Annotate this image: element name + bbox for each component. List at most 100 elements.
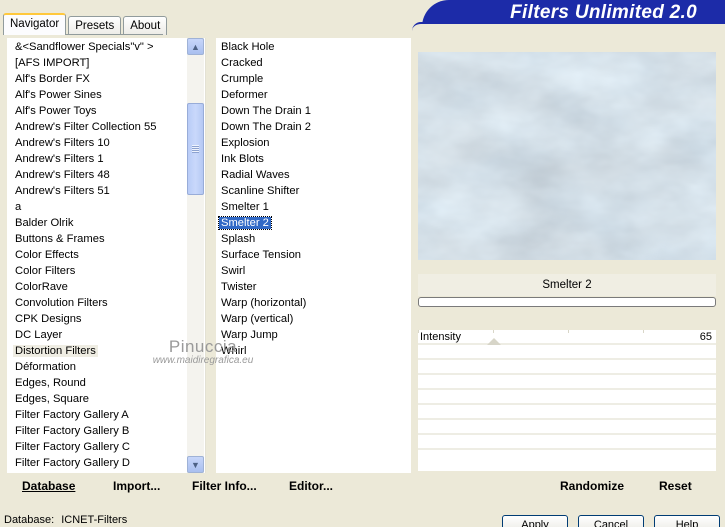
filter-item[interactable]: Splash bbox=[216, 231, 411, 247]
slider-empty-row bbox=[418, 405, 716, 420]
filter-item[interactable]: Down The Drain 1 bbox=[216, 103, 411, 119]
category-item[interactable]: Buttons & Frames bbox=[7, 231, 205, 247]
filter-item-label: Swirl bbox=[221, 265, 246, 277]
filter-info-button[interactable]: Filter Info... bbox=[192, 479, 257, 493]
filter-item[interactable]: Ink Blots bbox=[216, 151, 411, 167]
slider-intensity[interactable]: Intensity 65 bbox=[418, 330, 716, 345]
category-item[interactable]: Color Filters bbox=[7, 263, 205, 279]
reset-button[interactable]: Reset bbox=[659, 479, 692, 493]
preview-texture bbox=[418, 52, 716, 260]
tab-navigator[interactable]: Navigator bbox=[3, 13, 67, 35]
filter-item[interactable]: Warp (horizontal) bbox=[216, 295, 411, 311]
category-item[interactable]: Andrew's Filters 1 bbox=[7, 151, 205, 167]
scroll-down-button[interactable]: ▼ bbox=[187, 456, 204, 473]
apply-button[interactable]: Apply bbox=[502, 515, 568, 527]
slider-tick bbox=[418, 330, 419, 333]
filter-item[interactable]: Warp Jump bbox=[216, 327, 411, 343]
filter-item-label: Ink Blots bbox=[221, 153, 264, 165]
filter-item-label: Smelter 1 bbox=[221, 201, 269, 213]
filter-item[interactable]: Scanline Shifter bbox=[216, 183, 411, 199]
category-item[interactable]: Filter Factory Gallery A bbox=[7, 407, 205, 423]
filter-panel: Black Hole Cracked Crumple Deformer Down The… bbox=[216, 38, 411, 473]
right-toolbar: Randomize Reset bbox=[416, 474, 718, 500]
category-item-label: Color Filters bbox=[15, 265, 76, 277]
chevron-down-icon: ▼ bbox=[191, 459, 200, 470]
preview-panel: Smelter 2 Intensity 65 bbox=[416, 38, 718, 473]
filter-item-label: Surface Tension bbox=[221, 249, 302, 261]
filter-list[interactable]: Black Hole Cracked Crumple Deformer Down The… bbox=[216, 38, 411, 359]
filter-item[interactable]: Cracked bbox=[216, 55, 411, 71]
filter-item[interactable]: Deformer bbox=[216, 87, 411, 103]
filter-item[interactable]: Surface Tension bbox=[216, 247, 411, 263]
category-item[interactable]: Filter Factory Gallery D bbox=[7, 455, 205, 471]
category-item[interactable]: Edges, Round bbox=[7, 375, 205, 391]
category-item[interactable]: Filter Factory Gallery B bbox=[7, 423, 205, 439]
category-item-label: Filter Factory Gallery B bbox=[15, 425, 130, 437]
scroll-up-button[interactable]: ▲ bbox=[187, 38, 204, 55]
filter-item-label: Warp (horizontal) bbox=[221, 297, 307, 309]
category-item[interactable]: Edges, Square bbox=[7, 391, 205, 407]
cancel-button[interactable]: Cancel bbox=[578, 515, 644, 527]
help-button[interactable]: Help bbox=[654, 515, 720, 527]
filter-item[interactable]: Swirl bbox=[216, 263, 411, 279]
category-item[interactable]: Color Effects bbox=[7, 247, 205, 263]
category-item-label: Déformation bbox=[15, 361, 76, 373]
category-item[interactable]: Andrew's Filter Collection 55 bbox=[7, 119, 205, 135]
filter-item[interactable]: Whirl bbox=[216, 343, 411, 359]
category-item-label: Convolution Filters bbox=[15, 297, 108, 309]
filter-item[interactable]: Explosion bbox=[216, 135, 411, 151]
category-item[interactable]: Balder Olrik bbox=[7, 215, 205, 231]
category-item[interactable]: [AFS IMPORT] bbox=[7, 55, 205, 71]
chevron-up-icon: ▲ bbox=[191, 41, 200, 52]
app-title: Filters Unlimited 2.0 bbox=[510, 2, 697, 23]
category-item[interactable]: &<Sandflower Specials"v" > bbox=[7, 39, 205, 55]
filter-item[interactable]: Crumple bbox=[216, 71, 411, 87]
category-item[interactable]: DC Layer bbox=[7, 327, 205, 343]
category-item[interactable]: Alf's Power Toys bbox=[7, 103, 205, 119]
category-item-label: a bbox=[15, 201, 22, 213]
category-item[interactable]: Distortion Filters bbox=[7, 343, 205, 359]
category-scrollbar[interactable]: ▲ ▼ bbox=[187, 38, 204, 473]
category-item-label: Edges, Round bbox=[15, 377, 86, 389]
tab-about[interactable]: About bbox=[123, 16, 168, 35]
randomize-button[interactable]: Randomize bbox=[560, 479, 624, 493]
filter-item[interactable]: Radial Waves bbox=[216, 167, 411, 183]
tab-bar: Navigator Presets About bbox=[3, 13, 169, 35]
import-button[interactable]: Import... bbox=[113, 479, 160, 493]
filter-item[interactable]: Down The Drain 2 bbox=[216, 119, 411, 135]
category-item[interactable]: a bbox=[7, 199, 205, 215]
slider-empty-row bbox=[418, 435, 716, 450]
status-bar: Database: ICNET-Filters bbox=[4, 514, 127, 526]
tab-presets[interactable]: Presets bbox=[68, 16, 122, 35]
category-item[interactable]: Alf's Border FX bbox=[7, 71, 205, 87]
category-list[interactable]: &<Sandflower Specials"v" > [AFS IMPORT] Al… bbox=[7, 38, 205, 471]
slider-label: Intensity bbox=[420, 331, 461, 343]
filter-item-label: Whirl bbox=[221, 345, 247, 357]
filter-item-label: Splash bbox=[221, 233, 256, 245]
filter-item[interactable]: Black Hole bbox=[216, 39, 411, 55]
category-item[interactable]: ColorRave bbox=[7, 279, 205, 295]
category-panel: &<Sandflower Specials"v" > [AFS IMPORT] Al… bbox=[7, 38, 206, 473]
database-button[interactable]: Database bbox=[22, 479, 75, 493]
category-item[interactable]: Andrew's Filters 48 bbox=[7, 167, 205, 183]
filter-item-label: Cracked bbox=[221, 57, 263, 69]
category-item-label: Edges, Square bbox=[15, 393, 90, 405]
filter-item[interactable]: Smelter 2 bbox=[216, 215, 411, 231]
category-item[interactable]: Alf's Power Sines bbox=[7, 87, 205, 103]
slider-tick bbox=[643, 330, 644, 333]
editor-button[interactable]: Editor... bbox=[289, 479, 333, 493]
filter-item-label: Smelter 2 bbox=[218, 216, 272, 230]
scroll-thumb[interactable] bbox=[187, 103, 204, 195]
slider-pointer[interactable] bbox=[487, 338, 501, 345]
category-item[interactable]: Andrew's Filters 10 bbox=[7, 135, 205, 151]
category-item[interactable]: Andrew's Filters 51 bbox=[7, 183, 205, 199]
category-item[interactable]: Convolution Filters bbox=[7, 295, 205, 311]
category-item-label: Distortion Filters bbox=[13, 345, 98, 357]
category-item[interactable]: Filter Factory Gallery C bbox=[7, 439, 205, 455]
filter-item[interactable]: Warp (vertical) bbox=[216, 311, 411, 327]
slider-tick bbox=[493, 330, 494, 333]
filter-item[interactable]: Smelter 1 bbox=[216, 199, 411, 215]
filter-item[interactable]: Twister bbox=[216, 279, 411, 295]
category-item[interactable]: Déformation bbox=[7, 359, 205, 375]
category-item[interactable]: CPK Designs bbox=[7, 311, 205, 327]
